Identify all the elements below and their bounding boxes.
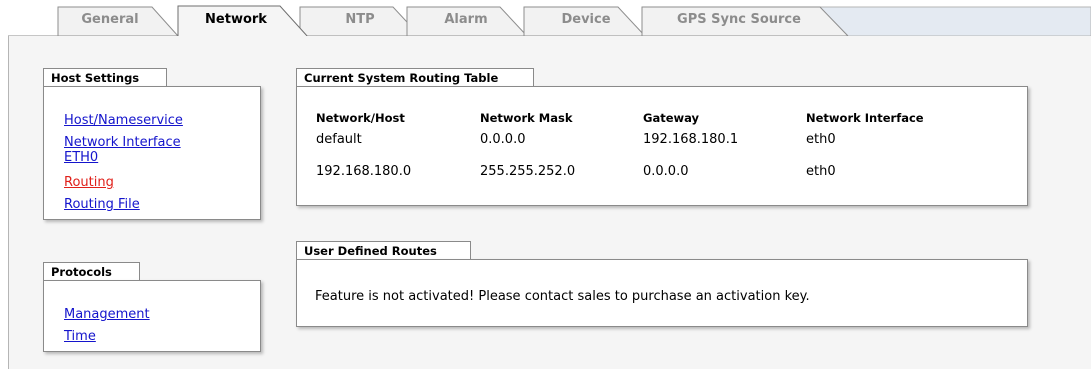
tab-device[interactable]: Device [536,12,636,27]
link-host-nameservice[interactable]: Host/Nameservice [64,113,183,129]
protocols-panel: Management Time [43,280,261,352]
tab-network[interactable]: Network [186,12,286,27]
row2-network-interface: eth0 [806,164,836,179]
protocols-title: Protocols [43,262,140,280]
row1-network-mask: 0.0.0.0 [480,132,526,147]
user-routes-panel: Feature is not activated! Please contact… [296,259,1028,327]
link-management[interactable]: Management [64,307,150,323]
link-routing-file[interactable]: Routing File [64,197,140,213]
link-routing[interactable]: Routing [64,175,114,191]
tab-general[interactable]: General [60,12,160,27]
row2-gateway: 0.0.0.0 [643,164,689,179]
tab-gps-sync-source[interactable]: GPS Sync Source [654,12,824,27]
routing-table-title: Current System Routing Table [296,68,534,86]
host-settings-title: Host Settings [43,68,167,86]
activation-message: Feature is not activated! Please contact… [315,289,810,304]
link-time[interactable]: Time [64,329,96,345]
tab-strip-background [816,6,1091,37]
header-network-interface: Network Interface [806,111,924,125]
row1-network-interface: eth0 [806,132,836,147]
user-routes-title: User Defined Routes [296,241,471,259]
host-settings-panel: Host/Nameservice Network Interface ETH0 … [43,86,261,220]
row2-network-mask: 255.255.252.0 [480,164,576,179]
link-network-interface[interactable]: Network Interface [64,135,181,151]
network-content-area: Host Settings Host/Nameservice Network I… [8,36,1091,369]
header-network-host: Network/Host [316,111,405,125]
row1-network-host: default [316,132,362,147]
row2-network-host: 192.168.180.0 [316,164,412,179]
header-gateway: Gateway [643,111,700,125]
header-network-mask: Network Mask [480,111,573,125]
routing-table-panel: Network/Host Network Mask Gateway Networ… [296,86,1028,206]
link-eth0[interactable]: ETH0 [64,150,98,166]
tab-alarm[interactable]: Alarm [416,12,516,27]
tab-ntp[interactable]: NTP [310,12,410,27]
tab-bar: General Network NTP Alarm Device GPS Syn… [0,0,1091,37]
row1-gateway: 192.168.180.1 [643,132,739,147]
